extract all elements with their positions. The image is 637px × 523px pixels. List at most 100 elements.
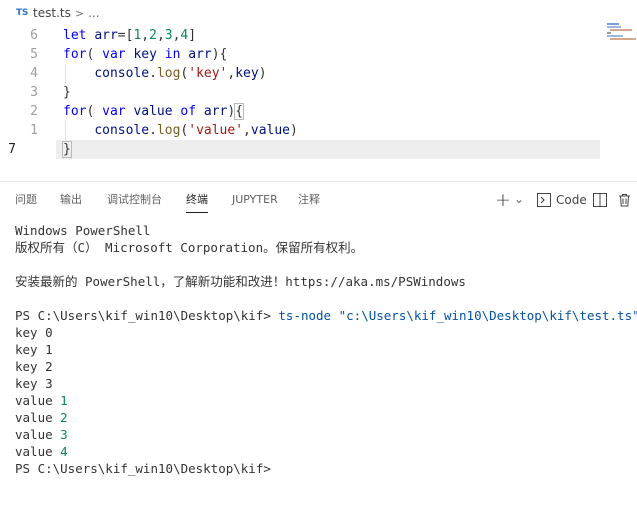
tab-label: 终端 [186, 193, 208, 206]
code-token: of [180, 104, 204, 119]
terminal-text: key [15, 342, 46, 357]
terminal-number: 3 [45, 376, 53, 391]
breadcrumb-symbol[interactable]: ... [88, 6, 99, 20]
code-line[interactable]: 6 let arr=[1,2,3,4] [0, 26, 637, 45]
terminal-line: 安装最新的 PowerShell，了解新功能和改进！https://aka.ms… [15, 274, 466, 289]
code-text: } [62, 140, 72, 159]
minimap-line [610, 29, 632, 31]
line-number: 5 [30, 47, 38, 62]
line-number: 1 [30, 123, 38, 138]
code-token: console [94, 66, 150, 81]
terminal-number: 2 [60, 410, 68, 425]
kill-terminal-button[interactable] [618, 191, 631, 209]
code-token: , [243, 123, 251, 138]
terminal-profile-button[interactable]: Code [537, 191, 587, 209]
terminal-text: key [15, 359, 46, 374]
line-number: 7 [8, 142, 16, 157]
code-token: arr [188, 47, 212, 62]
terminal-line: 版权所有（C） Microsoft Corporation。保留所有权利。 [15, 240, 364, 255]
terminal-line: Windows PowerShell [15, 223, 151, 238]
terminal-line: value 1 [15, 392, 635, 409]
code-text: let arr=[1,2,3,4] [63, 26, 196, 45]
code-token: in [164, 47, 189, 62]
terminal-text: value [15, 444, 61, 459]
breadcrumb-file[interactable]: test.ts [33, 6, 71, 20]
new-terminal-button[interactable]: + [495, 191, 511, 210]
code-text: console.log('key',key) [63, 64, 267, 83]
code-token: key [235, 66, 259, 81]
code-token: key [133, 47, 165, 62]
code-token: arr [94, 28, 118, 43]
terminal-number: 1 [45, 342, 53, 357]
code-token: for [63, 47, 87, 62]
code-token: console [94, 123, 150, 138]
code-token: ] [188, 28, 197, 43]
tab-label: JUPYTER [232, 193, 278, 206]
tab-comments[interactable]: 注释 [298, 182, 320, 218]
code-line[interactable]: 7} [0, 140, 637, 159]
code-token: ) [290, 123, 298, 138]
code-token: var [102, 104, 134, 119]
terminal-text: value [15, 427, 61, 442]
code-text: for( var key in arr){ [63, 45, 227, 64]
terminal-icon [537, 193, 551, 207]
terminal-line: key 2 [15, 358, 635, 375]
current-line-highlight [56, 140, 600, 159]
code-token: ( [86, 47, 103, 62]
chevron-down-icon: ⌄ [514, 192, 525, 206]
terminal-output[interactable]: Windows PowerShell 版权所有（C） Microsoft Cor… [15, 222, 637, 477]
active-tab-indicator [186, 212, 208, 213]
tab-terminal[interactable]: 终端 [186, 182, 208, 218]
line-number: 4 [30, 66, 38, 81]
code-token: { [234, 103, 245, 120]
code-text: for( var value of arr){ [63, 102, 245, 121]
minimap-line [607, 23, 619, 25]
code-line[interactable]: 3} [0, 83, 637, 102]
code-line[interactable]: 2 for( var value of arr){ [0, 102, 637, 121]
code-token: } [63, 85, 71, 100]
code-token: let [63, 28, 95, 43]
split-terminal-button[interactable] [593, 191, 607, 209]
minimap[interactable] [607, 23, 637, 40]
code-token: ) [258, 66, 267, 81]
tab-jupyter[interactable]: JUPYTER [232, 182, 278, 218]
terminal-number: 1 [60, 393, 68, 408]
code-line[interactable]: 1 console.log('value',value) [0, 121, 637, 140]
split-icon [593, 193, 607, 207]
panel-tab-bar: 问题 输出 调试控制台 终端 JUPYTER 注释 + ⌄ Code [0, 182, 637, 218]
terminal-number: 3 [60, 427, 68, 442]
code-editor[interactable]: 6 let arr=[1,2,3,4] 5 for( var key in arr){… [0, 26, 637, 166]
code-line[interactable]: 5 for( var key in arr){ [0, 45, 637, 64]
terminal-command: ts-node "c:\Users\kif_win10\Desktop\kif\… [278, 308, 637, 323]
code-text: } [63, 83, 71, 102]
code-token: 2 [149, 28, 157, 43]
terminal-line: value 4 [15, 443, 635, 460]
terminal-profile-label: Code [556, 193, 587, 207]
tab-problems[interactable]: 问题 [15, 182, 37, 218]
tab-debug-console[interactable]: 调试控制台 [107, 182, 162, 218]
terminal-number: 0 [45, 325, 53, 340]
code-line[interactable]: 4 console.log('key',key) [0, 64, 637, 83]
terminal-prompt: PS C:\Users\kif_win10\Desktop\kif> [15, 308, 279, 323]
terminal-prompt-line: PS C:\Users\kif_win10\Desktop\kif> ts-no… [15, 307, 637, 324]
minimap-line [607, 35, 623, 37]
line-number: 3 [30, 85, 38, 100]
code-token: , [156, 28, 165, 43]
terminal-line: value 2 [15, 409, 635, 426]
code-token: ( [86, 104, 103, 119]
terminal-dropdown-button[interactable]: ⌄ [514, 190, 524, 208]
terminal-number: 4 [60, 444, 68, 459]
line-number: 6 [30, 28, 38, 43]
terminal-line: value 3 [15, 426, 635, 443]
terminal-text: key [15, 376, 46, 391]
code-token: , [141, 28, 150, 43]
code-token: 'value' [188, 123, 244, 138]
tab-output[interactable]: 输出 [60, 182, 82, 218]
terminal-text: key [15, 325, 46, 340]
code-token: value [133, 104, 181, 119]
code-token: . [149, 66, 157, 81]
typescript-file-icon: TS [16, 8, 29, 18]
terminal-line: key 1 [15, 341, 635, 358]
